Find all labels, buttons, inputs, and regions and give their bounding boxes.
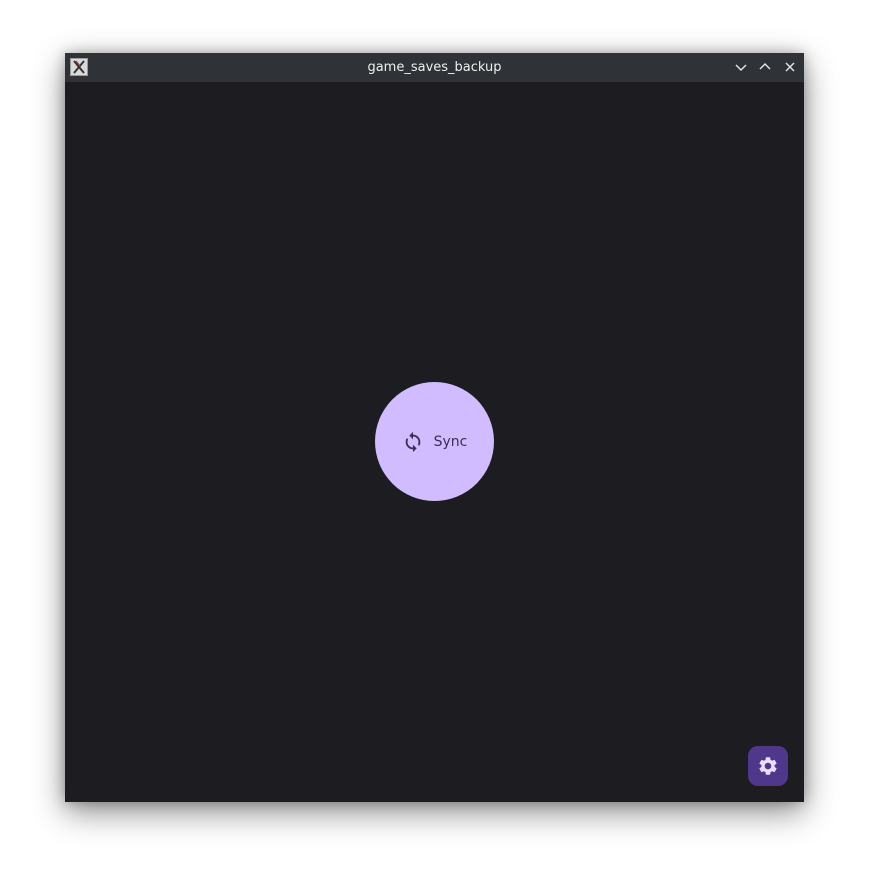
settings-button[interactable] [748, 746, 788, 786]
gear-icon [759, 757, 777, 775]
app-window: game_saves_backup Sync [65, 53, 804, 802]
title-bar[interactable]: game_saves_backup [65, 53, 804, 82]
sync-icon [405, 431, 420, 452]
sync-button-label: Sync [433, 433, 468, 450]
minimize-button[interactable] [732, 58, 750, 76]
main-content: Sync [65, 82, 804, 802]
maximize-button[interactable] [756, 58, 774, 76]
chevron-down-icon [735, 64, 747, 71]
sync-button[interactable]: Sync [375, 382, 494, 501]
window-title: game_saves_backup [367, 60, 502, 75]
chevron-up-icon [759, 63, 771, 70]
close-button[interactable] [781, 58, 799, 76]
close-icon [785, 62, 795, 72]
